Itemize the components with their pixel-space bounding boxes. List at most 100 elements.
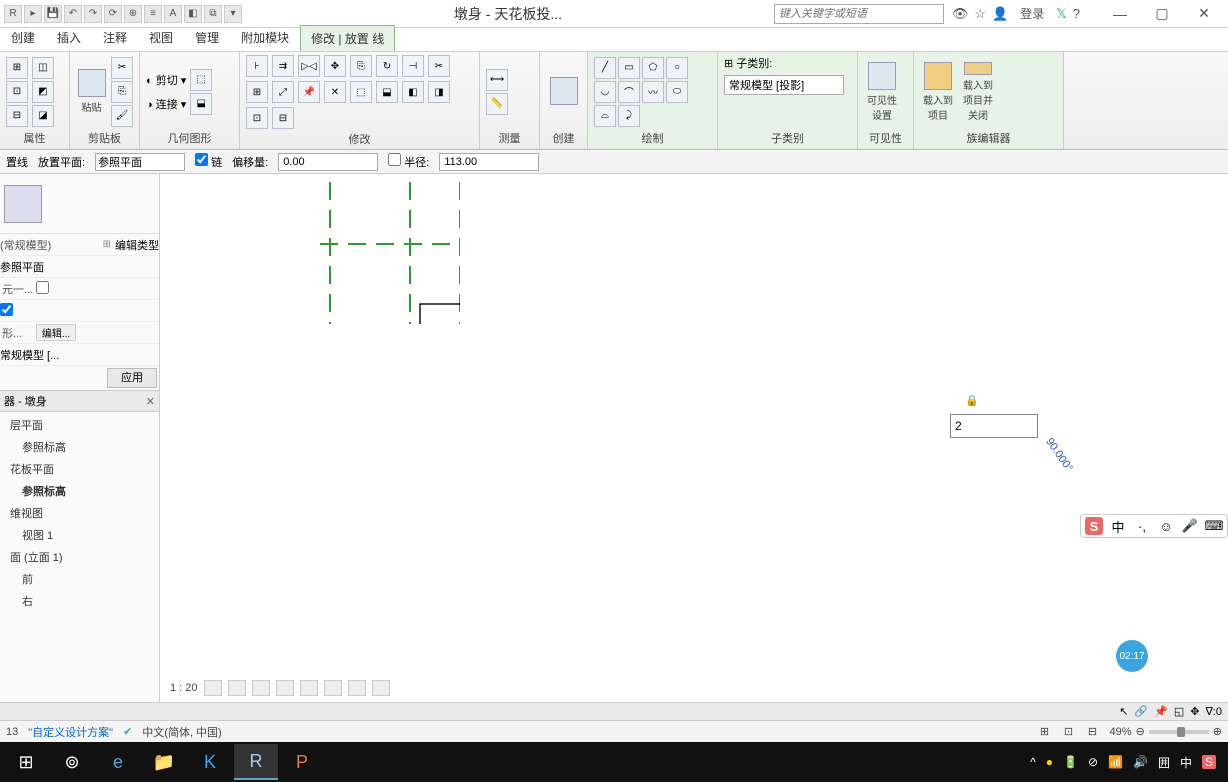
tab-addins[interactable]: 附加模块 [230,24,300,51]
prop-btn[interactable]: ◫ [32,57,54,79]
prop-check[interactable] [0,303,13,316]
edit-button[interactable]: 编辑... [36,324,76,341]
radius-input[interactable] [439,153,539,171]
help-icon[interactable]: ? [1073,6,1080,21]
tab-create[interactable]: 创建 [0,24,46,51]
qat-open-icon[interactable]: ▸ [24,5,42,23]
qat-btn[interactable]: ⊕ [124,5,142,23]
arc-icon[interactable]: ◡ [594,81,616,103]
mod-btn[interactable]: ⊟ [272,107,294,129]
qat-save-icon[interactable]: 💾 [44,5,62,23]
cortana-icon[interactable]: ⊚ [50,744,94,780]
scale-icon[interactable]: ⤢ [272,81,294,103]
qat-align-icon[interactable]: ≡ [144,5,162,23]
align-icon[interactable]: ⊦ [246,55,268,77]
search-input[interactable] [774,4,944,24]
mod-btn[interactable]: ◧ [402,81,424,103]
line-icon[interactable]: ╱ [594,57,616,79]
tree-item[interactable]: 参照标高 [2,436,157,458]
sogou-tray-icon[interactable]: S [1202,755,1216,769]
qat-btn[interactable]: R [4,5,22,23]
qat-redo-icon[interactable]: ↷ [84,5,102,23]
select-drag-icon[interactable]: ✥ [1190,705,1199,718]
offset-input[interactable] [278,153,378,171]
status-scheme[interactable]: "自定义设计方案" [28,724,113,740]
minimize-button[interactable]: — [1100,3,1140,25]
tab-manage[interactable]: 管理 [184,24,230,51]
paste-button[interactable]: 粘贴 [76,62,107,122]
match-icon[interactable]: 🖌 [111,105,133,127]
qat-btn[interactable]: ◧ [184,5,202,23]
kugou-icon[interactable]: K [188,744,232,780]
dimension-input[interactable] [950,414,1038,438]
status-lang[interactable]: 中文(简体, 中国) [142,724,221,740]
scale-label[interactable]: 1 : 20 [170,682,198,694]
user-icon[interactable]: 👤 [992,6,1008,22]
geom-btn[interactable]: ⬚ [190,69,212,91]
spline-icon[interactable]: 〰 [642,81,664,103]
qat-undo-icon[interactable]: ↶ [64,5,82,23]
mic-icon[interactable]: 🎤 [1181,517,1199,535]
select-link-icon[interactable]: 🔗 [1134,705,1148,718]
tree-item[interactable]: 右 [2,590,157,612]
edit-type-button[interactable]: 编辑类型 [115,237,159,253]
zoom-out-icon[interactable]: ⊖ [1136,725,1145,738]
array-icon[interactable]: ⊞ [246,81,268,103]
view-cascade-icon[interactable]: ⊡ [1062,725,1076,739]
copy-icon[interactable]: ⎘ [111,81,133,103]
type-selector[interactable] [0,174,159,234]
dimension-icon[interactable]: 📏 [486,93,508,115]
crop-icon[interactable] [300,680,318,696]
trim-icon[interactable]: ⊣ [402,55,424,77]
explorer-icon[interactable]: 📁 [142,744,186,780]
view-tab-icon[interactable]: ⊟ [1086,725,1100,739]
battery-icon[interactable]: 🔋 [1063,755,1078,769]
split-icon[interactable]: ✂ [428,55,450,77]
circle-icon[interactable]: ○ [666,57,688,79]
tree-item[interactable]: 层平面 [2,414,157,436]
mod-btn[interactable]: ⬓ [376,81,398,103]
visibility-button[interactable]: 可见性 设置 [864,62,900,122]
mod-btn[interactable]: ⬚ [350,81,372,103]
exchange-icon[interactable]: 𝕏 [1056,6,1066,22]
detail-level-icon[interactable] [204,680,222,696]
apply-button[interactable]: 应用 [107,368,157,388]
login-button[interactable]: 登录 [1020,5,1044,22]
mod-btn[interactable]: ⊡ [246,107,268,129]
filter-count[interactable]: ∇:0 [1205,705,1222,718]
subcategory-input[interactable] [724,75,844,95]
chain-checkbox[interactable]: 链 [195,153,222,170]
drawing-canvas[interactable] [160,174,460,324]
shadows-icon[interactable] [276,680,294,696]
prop-btn[interactable]: ◪ [32,105,54,127]
tab-annotate[interactable]: 注释 [92,24,138,51]
load-close-button[interactable]: 载入到 项目并关闭 [960,62,996,122]
qat-dropdown-icon[interactable]: ▾ [224,5,242,23]
move-icon[interactable]: ✥ [324,55,346,77]
qat-text-icon[interactable]: A [164,5,182,23]
sogou-icon[interactable]: S [1085,517,1103,535]
tree-item-active[interactable]: 参照标高 [2,480,157,502]
tree-item[interactable]: 面 (立面 1) [2,546,157,568]
lock-icon[interactable]: 🔒 [965,394,979,407]
ime-toolbar[interactable]: S 中 ·, ☺ 🎤 ⌨ [1080,514,1228,538]
reveal-icon[interactable] [372,680,390,696]
geom-btn[interactable]: ⬓ [190,93,212,115]
delete-icon[interactable]: ✕ [324,81,346,103]
binoculars-icon[interactable]: 👁 [952,6,969,22]
canvas[interactable]: 🔒 90.000° S 中 ·, ☺ 🎤 ⌨ 02:17 1 : 20 [160,174,1228,702]
volume-icon[interactable]: 🔊 [1133,755,1148,769]
close-button[interactable]: ✕ [1184,3,1224,25]
browser-close-icon[interactable]: ✕ [146,395,155,408]
measure-icon[interactable]: ⟷ [486,69,508,91]
properties-icon[interactable]: ⊞ [6,57,28,79]
plane-select[interactable]: 参照平面 [95,153,185,171]
copy-icon[interactable]: ⎘ [350,55,372,77]
tray-icon[interactable]: ● [1046,755,1053,769]
tab-insert[interactable]: 插入 [46,24,92,51]
load-project-button[interactable]: 载入到 项目 [920,62,956,122]
create-btn[interactable] [546,62,581,122]
qat-btn[interactable]: ⧉ [204,5,222,23]
select-face-icon[interactable]: ◱ [1174,705,1184,718]
type-properties-icon[interactable]: ⊡ [6,81,28,103]
